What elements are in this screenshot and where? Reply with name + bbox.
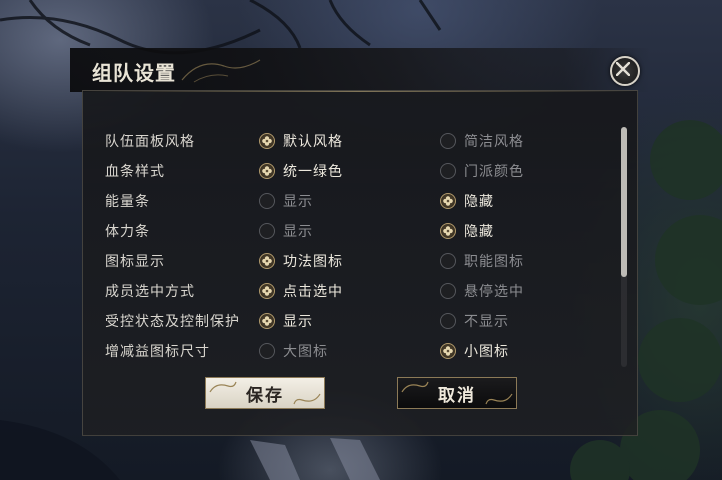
radio-option-b[interactable]: 简洁风格 <box>440 130 524 152</box>
settings-row-label: 图标显示 <box>105 254 165 270</box>
radio-option-a[interactable]: 大图标 <box>259 340 328 362</box>
radio-option-b[interactable]: 小图标 <box>440 340 509 362</box>
settings-row: 图标显示 功法图标 职能图标 <box>83 247 623 277</box>
radio-selected-icon <box>443 226 453 236</box>
settings-row: 血条样式 统一绿色 门派颜色 <box>83 157 623 187</box>
radio-selected-icon <box>262 256 272 266</box>
radio-option-a[interactable]: 点击选中 <box>259 280 343 302</box>
radio-option-a[interactable]: 默认风格 <box>259 130 343 152</box>
radio-option-a[interactable]: 功法图标 <box>259 250 343 272</box>
close-icon <box>616 62 630 76</box>
button-ornament-icon <box>293 393 321 405</box>
settings-row-label: 受控状态及控制保护 <box>105 314 240 330</box>
radio-button-selected[interactable] <box>259 313 275 329</box>
settings-row: 体力条 显示 隐藏 <box>83 217 623 247</box>
radio-button[interactable] <box>259 343 275 359</box>
radio-option-label: 小图标 <box>464 344 509 360</box>
radio-selected-icon <box>443 196 453 206</box>
radio-button-selected[interactable] <box>259 163 275 179</box>
radio-selected-icon <box>262 316 272 326</box>
dialog-title-bar: 组队设置 <box>70 48 650 92</box>
radio-option-b[interactable]: 不显示 <box>440 310 509 332</box>
radio-option-label: 简洁风格 <box>464 134 524 150</box>
radio-button-selected[interactable] <box>440 343 456 359</box>
radio-selected-icon <box>262 166 272 176</box>
settings-row-label: 增减益图标尺寸 <box>105 344 210 360</box>
settings-row: 队伍面板风格 默认风格 简洁风格 <box>83 127 623 157</box>
radio-button[interactable] <box>440 163 456 179</box>
settings-row-label: 成员选中方式 <box>105 284 195 300</box>
settings-list: 队伍面板风格 默认风格 简洁风格 血条样式 统一绿色 门派颜色 能量条 显示 隐藏 体力条 显示 隐藏… <box>83 127 623 367</box>
radio-option-label: 功法图标 <box>283 254 343 270</box>
button-ornament-icon <box>485 393 513 405</box>
radio-option-label: 隐藏 <box>464 224 494 240</box>
radio-selected-icon <box>262 136 272 146</box>
radio-button[interactable] <box>440 133 456 149</box>
scrollbar-thumb[interactable] <box>621 127 627 277</box>
radio-option-label: 职能图标 <box>464 254 524 270</box>
save-button[interactable]: 保存 <box>205 377 325 409</box>
team-settings-dialog: 组队设置 队伍面板风格 默认风格 简洁风格 血条样式 统一绿色 门派颜色 能量条 显示 隐藏 体力… <box>70 48 650 436</box>
radio-option-label: 显示 <box>283 194 313 210</box>
radio-button-selected[interactable] <box>259 253 275 269</box>
button-ornament-icon <box>209 381 237 393</box>
radio-option-label: 显示 <box>283 314 313 330</box>
radio-option-label: 点击选中 <box>283 284 343 300</box>
radio-option-b[interactable]: 职能图标 <box>440 250 524 272</box>
settings-panel: 队伍面板风格 默认风格 简洁风格 血条样式 统一绿色 门派颜色 能量条 显示 隐藏 体力条 显示 隐藏… <box>82 90 638 436</box>
button-ornament-icon <box>401 381 429 393</box>
radio-option-label: 统一绿色 <box>283 164 343 180</box>
radio-option-b[interactable]: 隐藏 <box>440 220 494 242</box>
settings-row: 增减益图标尺寸 大图标 小图标 <box>83 337 623 367</box>
radio-option-label: 大图标 <box>283 344 328 360</box>
title-ornament-icon <box>181 59 261 83</box>
settings-row: 受控状态及控制保护 显示 不显示 <box>83 307 623 337</box>
radio-option-label: 悬停选中 <box>464 284 524 300</box>
cancel-button[interactable]: 取消 <box>397 377 517 409</box>
radio-selected-icon <box>262 286 272 296</box>
settings-row: 能量条 显示 隐藏 <box>83 187 623 217</box>
settings-row-label: 血条样式 <box>105 164 165 180</box>
panel-divider <box>83 91 637 92</box>
radio-selected-icon <box>443 346 453 356</box>
radio-button-selected[interactable] <box>440 193 456 209</box>
radio-option-label: 门派颜色 <box>464 164 524 180</box>
radio-option-a[interactable]: 统一绿色 <box>259 160 343 182</box>
radio-option-a[interactable]: 显示 <box>259 190 313 212</box>
radio-button-selected[interactable] <box>440 223 456 239</box>
radio-button-selected[interactable] <box>259 133 275 149</box>
radio-option-label: 默认风格 <box>283 134 343 150</box>
radio-button[interactable] <box>259 223 275 239</box>
radio-option-b[interactable]: 隐藏 <box>440 190 494 212</box>
radio-option-b[interactable]: 悬停选中 <box>440 280 524 302</box>
settings-row-label: 体力条 <box>105 224 150 240</box>
radio-button-selected[interactable] <box>259 283 275 299</box>
radio-option-a[interactable]: 显示 <box>259 220 313 242</box>
radio-button[interactable] <box>259 193 275 209</box>
cancel-button-label: 取消 <box>438 385 476 406</box>
settings-row: 成员选中方式 点击选中 悬停选中 <box>83 277 623 307</box>
radio-button[interactable] <box>440 313 456 329</box>
dialog-title: 组队设置 <box>92 61 176 85</box>
scrollbar[interactable] <box>621 127 627 367</box>
radio-option-a[interactable]: 显示 <box>259 310 313 332</box>
save-button-label: 保存 <box>246 385 284 406</box>
radio-button[interactable] <box>440 283 456 299</box>
radio-option-b[interactable]: 门派颜色 <box>440 160 524 182</box>
radio-option-label: 显示 <box>283 224 313 240</box>
radio-button[interactable] <box>440 253 456 269</box>
radio-option-label: 隐藏 <box>464 194 494 210</box>
radio-option-label: 不显示 <box>464 314 509 330</box>
close-button[interactable] <box>610 56 640 86</box>
settings-row-label: 能量条 <box>105 194 150 210</box>
settings-row-label: 队伍面板风格 <box>105 134 195 150</box>
